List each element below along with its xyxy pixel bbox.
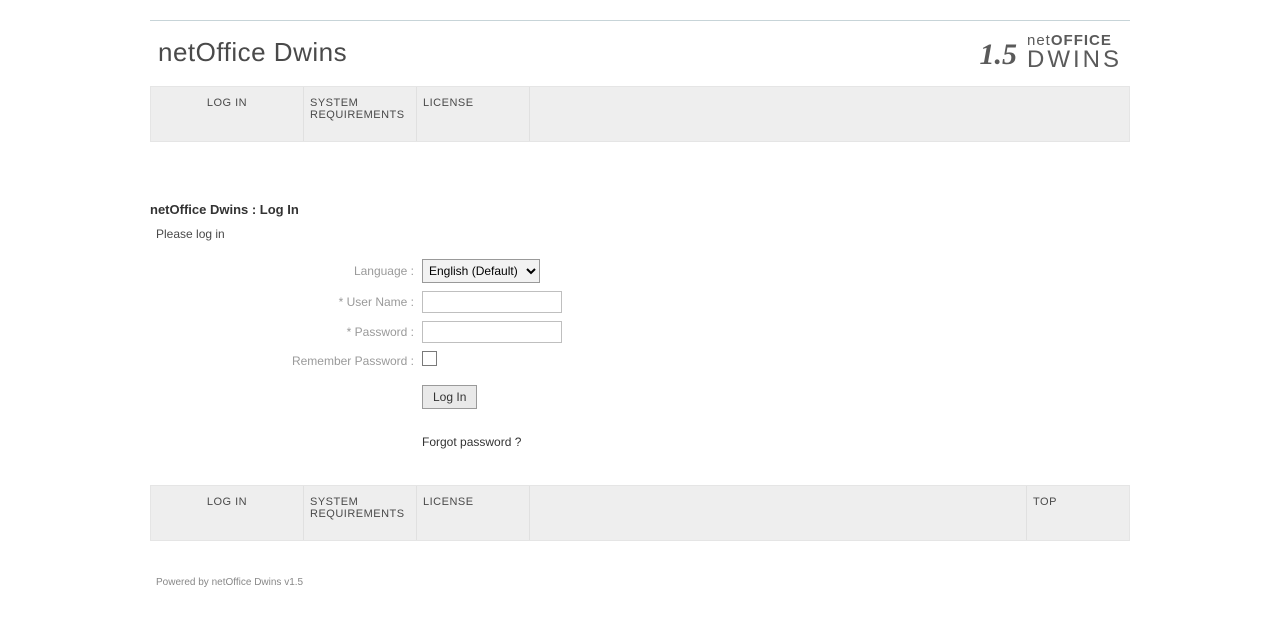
label-password: * Password : — [150, 317, 418, 347]
footer-powered: Powered by netOffice Dwins v1.5 — [150, 541, 1130, 588]
label-username: * User Name : — [150, 287, 418, 317]
content: netOffice Dwins : Log In Please log in L… — [150, 142, 1130, 485]
nav-sysreq[interactable]: SYSTEM REQUIREMENTS — [304, 87, 417, 141]
nav-spacer — [530, 87, 1129, 141]
nav-login[interactable]: LOG IN — [151, 87, 304, 141]
forgot-password-link[interactable]: Forgot password ? — [422, 417, 521, 449]
nav-top[interactable]: TOP — [1026, 486, 1129, 540]
nav-login-bottom[interactable]: LOG IN — [151, 486, 304, 540]
brand-version: 1.5 — [980, 38, 1018, 72]
nav-license[interactable]: LICENSE — [417, 87, 530, 141]
nav-license-bottom[interactable]: LICENSE — [417, 486, 530, 540]
please-login-text: Please log in — [156, 227, 1130, 241]
page-title: netOffice Dwins : Log In — [150, 202, 1130, 217]
brand-title: netOffice Dwins — [158, 37, 347, 68]
nav-spacer-bottom — [530, 486, 1026, 540]
language-select[interactable]: English (Default) — [422, 259, 540, 283]
header: netOffice Dwins 1.5 netOFFICE DWINS — [150, 21, 1130, 86]
brand-bottom: DWINS — [1027, 48, 1122, 72]
label-remember: Remember Password : — [150, 347, 418, 375]
password-input[interactable] — [422, 321, 562, 343]
navbar-bottom: LOG IN SYSTEM REQUIREMENTS LICENSE TOP — [150, 485, 1130, 541]
username-input[interactable] — [422, 291, 562, 313]
login-button[interactable]: Log In — [422, 385, 477, 409]
remember-checkbox[interactable] — [422, 351, 437, 366]
nav-sysreq-bottom[interactable]: SYSTEM REQUIREMENTS — [304, 486, 417, 540]
navbar-top: LOG IN SYSTEM REQUIREMENTS LICENSE — [150, 86, 1130, 142]
login-form: Language : English (Default) * User Name… — [150, 255, 566, 455]
label-language: Language : — [150, 255, 418, 287]
brand-right: 1.5 netOFFICE DWINS — [980, 33, 1123, 72]
brand-stack: netOFFICE DWINS — [1027, 33, 1122, 72]
